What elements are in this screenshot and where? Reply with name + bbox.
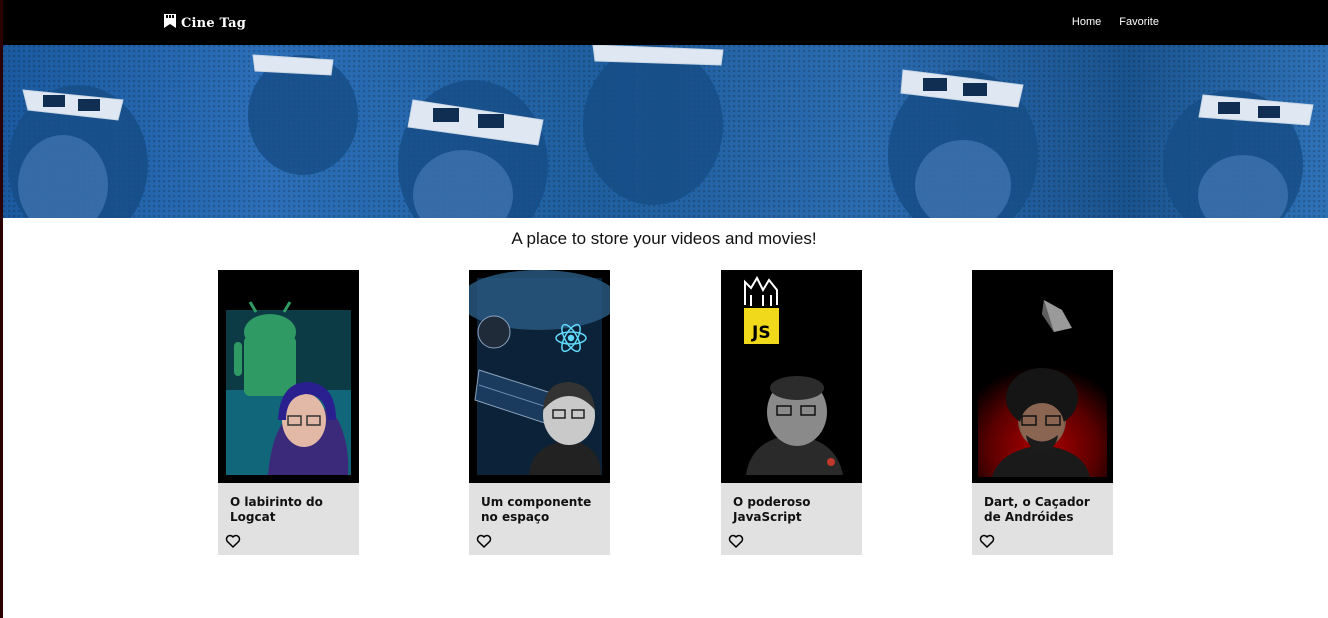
heart-icon[interactable] — [979, 533, 995, 549]
nav-link-home[interactable]: Home — [1072, 16, 1101, 28]
logo[interactable]: Cine Tag — [163, 13, 246, 33]
video-card[interactable]: JS O poderoso JavaScript — [721, 270, 862, 555]
javascript-logo-text: JS — [751, 323, 771, 343]
video-title: Um componente no espaço — [481, 495, 592, 524]
video-card[interactable]: Dart, o Caçador de Andróides — [972, 270, 1113, 555]
logo-text: Cine Tag — [181, 15, 247, 31]
video-thumbnail[interactable] — [972, 270, 1113, 483]
tagline: A place to store your videos and movies! — [511, 229, 817, 248]
audience-3d-glasses-image — [8, 45, 1314, 218]
clapperboard-icon — [163, 13, 177, 33]
nav-links: Home Favorite — [1072, 16, 1159, 28]
video-title: O labirinto do Logcat — [230, 495, 323, 524]
video-title: Dart, o Caçador de Andróides — [984, 495, 1090, 524]
video-card[interactable]: Um componente no espaço — [469, 270, 610, 555]
heart-icon[interactable] — [728, 533, 744, 549]
video-thumbnail[interactable] — [218, 270, 359, 483]
video-thumbnail[interactable] — [469, 270, 610, 483]
video-thumbnail[interactable]: JS — [721, 270, 862, 483]
heart-icon[interactable] — [476, 533, 492, 549]
heart-icon[interactable] — [225, 533, 241, 549]
dart-logo-icon — [1042, 300, 1072, 332]
hammer-sketch-icon — [744, 275, 778, 306]
window-edge — [0, 0, 3, 618]
video-card[interactable]: O labirinto do Logcat — [218, 270, 359, 555]
hero-banner — [3, 45, 1328, 218]
nav-link-favorite[interactable]: Favorite — [1119, 16, 1159, 28]
video-title: O poderoso JavaScript — [733, 495, 811, 524]
navbar: Cine Tag Home Favorite — [0, 0, 1328, 45]
